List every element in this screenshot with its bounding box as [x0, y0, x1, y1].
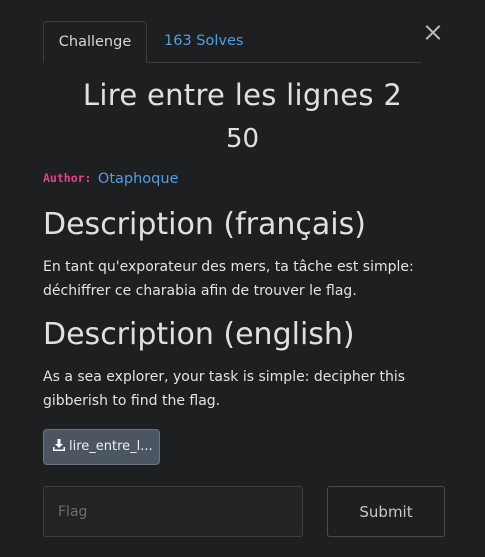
author-name[interactable]: Otaphoque	[98, 171, 179, 187]
description-fr-heading: Description (français)	[43, 207, 366, 242]
challenge-points: 50	[225, 124, 260, 154]
challenge-modal: Challenge 163 Solves Lire entre les lign…	[0, 0, 485, 557]
flag-input[interactable]	[43, 486, 303, 537]
author-label: Author:	[43, 171, 92, 185]
close-icon[interactable]	[421, 20, 445, 44]
tab-challenge[interactable]: Challenge	[43, 21, 147, 63]
submit-button[interactable]: Submit	[327, 486, 445, 537]
challenge-title: Lire entre les lignes 2	[82, 78, 403, 112]
file-name: lire_entre_l...	[69, 439, 153, 454]
tab-bar: Challenge 163 Solves	[43, 21, 421, 63]
author-line: Author: Otaphoque	[43, 171, 179, 187]
file-download-button[interactable]: lire_entre_l...	[43, 429, 160, 465]
description-en-text: As a sea explorer, your task is simple: …	[43, 369, 406, 409]
description-fr-text: En tant qu'exporateur des mers, ta tâche…	[43, 259, 414, 299]
description-en-heading: Description (english)	[43, 317, 355, 352]
download-icon	[53, 439, 65, 451]
tab-solves[interactable]: 163 Solves	[148, 21, 259, 62]
